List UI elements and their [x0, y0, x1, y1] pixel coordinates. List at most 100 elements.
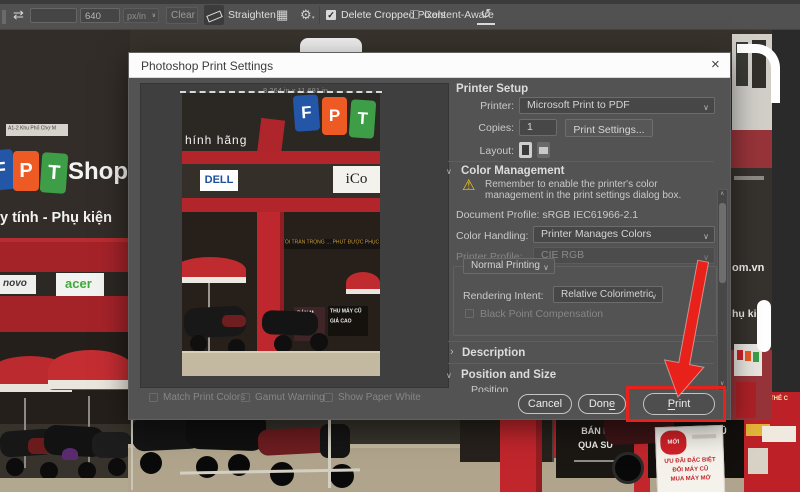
swap-dimensions-icon[interactable]: ⇄: [13, 7, 24, 23]
chevron-down-icon: ∨: [651, 289, 657, 303]
photo-domain-text: om.vn: [732, 262, 764, 274]
preview-photo: F P T hính hãng DELL iCo CHÚNG TÔI TRÂN …: [182, 93, 380, 376]
pv-dell-text: DELL: [205, 174, 234, 186]
pv-umbrella-right-band: [346, 289, 380, 294]
gamut-warning-label: Gamut Warning: [255, 392, 325, 403]
settings-scrollbar[interactable]: ∧ ∨: [717, 189, 728, 391]
photo-acer-sign: acer: [56, 273, 104, 296]
annotation-corner-bar: [757, 300, 771, 352]
content-aware-checkbox[interactable]: [410, 10, 419, 19]
match-print-colors-label: Match Print Colors: [163, 392, 245, 403]
pv-sign-b1: THU MÁY CŨ: [330, 309, 362, 314]
cancel-button[interactable]: Cancel: [518, 394, 572, 414]
rendering-intent-dropdown[interactable]: Relative Colorimetric ∨: [553, 286, 663, 303]
wall-sign-a-smallline: [574, 460, 618, 462]
mini-dot: [745, 351, 751, 361]
layout-portrait-icon[interactable]: [519, 142, 532, 158]
pv-fpt-tile-orange: P: [322, 97, 347, 135]
show-paper-white-checkbox[interactable]: [324, 393, 333, 402]
dialog-title: Photoshop Print Settings: [141, 59, 273, 73]
dialog-titlebar[interactable]: Photoshop Print Settings ×: [129, 53, 730, 78]
scroll-up-icon[interactable]: ∧: [720, 190, 724, 197]
print-settings-button[interactable]: Print Settings...: [565, 119, 653, 137]
chevron-down-icon: ∨: [703, 100, 709, 114]
pv-sign-b: THU MÁY CŨ GIÁ CAO: [328, 306, 368, 336]
printer-setup-heading: Printer Setup: [456, 83, 528, 95]
crop-height-input[interactable]: 640: [80, 8, 120, 23]
color-handling-value: Printer Manages Colors: [541, 228, 651, 240]
side-sign-white-box: [762, 426, 796, 442]
gamut-warning-checkbox[interactable]: [241, 393, 250, 402]
chevron-down-icon: ∨: [152, 12, 156, 19]
section-divider: [448, 363, 714, 364]
straighten-glyph: [206, 10, 223, 22]
printer-value: Microsoft Print to PDF: [527, 99, 630, 111]
photo-lenovo-sign: novo: [0, 275, 36, 294]
collapse-chevron-icon[interactable]: ∨: [446, 167, 452, 176]
side-sign-text: THẺ C: [770, 396, 788, 402]
motorbike-wheel: [196, 456, 218, 478]
titlebar-strip: [0, 0, 800, 4]
pv-icom-sign: iCo: [333, 166, 380, 193]
printer-dropdown[interactable]: Microsoft Print to PDF ∨: [519, 97, 715, 114]
photo-red-beam-2: [0, 296, 130, 334]
description-heading[interactable]: Description: [462, 347, 525, 359]
printing-mode-dropdown[interactable]: Normal Printing ∨: [463, 258, 555, 274]
delete-cropped-pixels-checkbox[interactable]: ✓: [326, 10, 336, 20]
section-divider: [448, 341, 714, 342]
show-paper-white-label: Show Paper White: [338, 392, 421, 403]
chevron-down-icon: ∨: [543, 261, 549, 274]
overlay-grid-icon[interactable]: ▦: [276, 7, 288, 23]
copies-input[interactable]: 1: [519, 119, 557, 136]
color-handling-dropdown[interactable]: Printer Manages Colors ∨: [533, 226, 715, 243]
sign-right-smallline: [734, 176, 764, 180]
pv-umbrella-left-band: [182, 277, 246, 283]
motorbike-wheel: [140, 452, 162, 474]
copies-label: Copies:: [456, 122, 514, 134]
photo-shop-text: Shop.: [68, 158, 135, 186]
position-and-size-heading[interactable]: Position and Size: [461, 369, 556, 381]
motorbike-front: [320, 424, 350, 458]
match-print-colors-checkbox[interactable]: [149, 393, 158, 402]
fpt-logo-tile-green: T: [40, 152, 69, 194]
layout-label: Layout:: [456, 145, 514, 157]
motorbike-wheel: [6, 458, 24, 476]
photo-acer-text: acer: [65, 276, 92, 291]
annotation-corner-top: [737, 44, 780, 103]
done-label: Done: [589, 398, 615, 410]
print-settings-label: Print Settings...: [573, 124, 644, 136]
print-highlight-box: [626, 386, 726, 422]
collapse-chevron-icon[interactable]: ∨: [446, 371, 452, 380]
gear-icon[interactable]: ⚙: [300, 7, 312, 23]
railing-pole: [328, 412, 331, 488]
unit-dropdown[interactable]: px/in ∨: [123, 8, 159, 23]
standee-line2: ĐỔI MÁY CŨ: [657, 466, 723, 474]
done-button[interactable]: Done: [578, 394, 626, 414]
standee-line3: MUA MÁY MỚ: [658, 475, 724, 483]
crop-width-input[interactable]: [30, 8, 77, 23]
photo-address-text: A1-2 Khu Phố Chợ M: [8, 126, 56, 131]
close-icon[interactable]: ×: [711, 56, 720, 73]
clear-button[interactable]: Clear: [166, 7, 198, 24]
unit-value: px/in: [127, 11, 146, 21]
straighten-icon[interactable]: [204, 5, 224, 25]
motorbike-helmet: [62, 448, 78, 460]
pv-dell-sign: DELL: [200, 170, 238, 191]
photo-lenovo-text: novo: [3, 278, 27, 289]
print-preview-panel: 8.264 in x 11.681 in F P T hính hãng DEL…: [140, 83, 449, 388]
reset-icon[interactable]: ↺: [477, 5, 495, 25]
chevron-down-icon: ∨: [703, 229, 709, 243]
rendering-intent-label: Rendering Intent:: [463, 290, 544, 302]
scrollbar-thumb[interactable]: [719, 203, 726, 283]
standee-line1: ƯU ĐÃI ĐẶC BIỆT: [657, 457, 723, 465]
printing-mode-value: Normal Printing: [471, 260, 540, 271]
document-profile-text: Document Profile: sRGB IEC61966-2.1: [456, 209, 638, 221]
black-point-compensation-label: Black Point Compensation: [480, 308, 603, 320]
pv-motorbike-tank: [222, 315, 246, 327]
expand-chevron-icon[interactable]: ›: [450, 346, 454, 358]
color-handling-label: Color Handling:: [456, 230, 528, 242]
color-management-heading[interactable]: Color Management: [461, 165, 565, 177]
layout-landscape-icon[interactable]: [537, 142, 550, 158]
print-settings-dialog: Photoshop Print Settings × 8.264 in x 11…: [128, 52, 731, 420]
straighten-label[interactable]: Straighten: [228, 9, 276, 21]
